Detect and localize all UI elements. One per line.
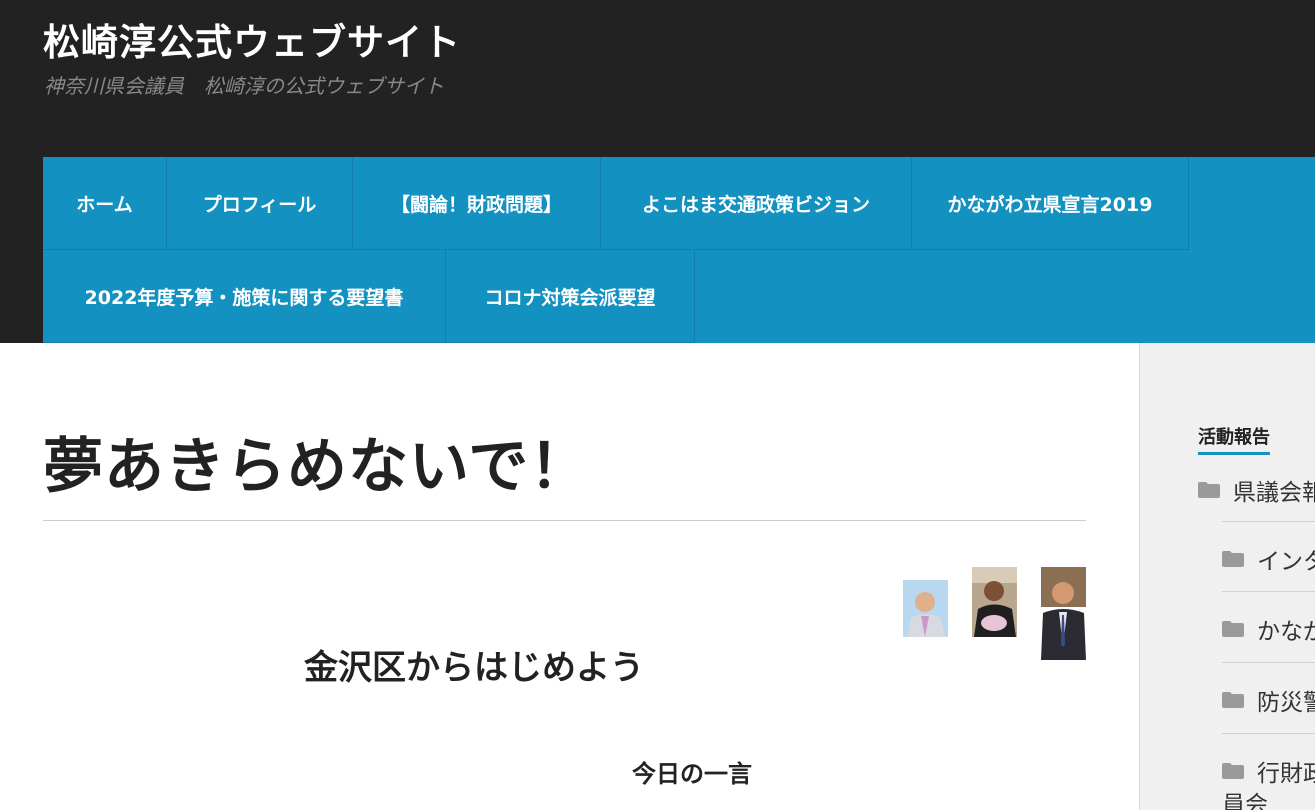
category-item[interactable]: インタ: [1222, 542, 1315, 576]
nav-item-covid-request[interactable]: コロナ対策会派要望: [446, 250, 695, 343]
nav-item-kanagawa-declaration[interactable]: かながわ立県宣言2019: [912, 157, 1189, 250]
main-content: [0, 343, 1140, 810]
category-divider: [1222, 662, 1315, 663]
folder-icon: [1222, 763, 1244, 779]
category-divider: [1222, 591, 1315, 592]
category-item[interactable]: かなが: [1222, 612, 1315, 646]
nav-item-profile[interactable]: プロフィール: [167, 157, 353, 250]
main-navigation: ホーム プロフィール 【闘論！財政問題】 よこはま交通政策ビジョン かながわ立県…: [43, 157, 1315, 343]
category-divider: [1222, 733, 1315, 734]
category-label: かなが: [1257, 619, 1315, 645]
sidebar: 活動報告 県議会報 インタ かなが 防災警 行財政 員会: [1139, 343, 1315, 810]
category-divider: [1222, 521, 1315, 522]
nav-item-budget-request[interactable]: 2022年度予算・施策に関する要望書: [43, 250, 446, 343]
category-item[interactable]: 県議会報: [1198, 473, 1315, 507]
category-label: 員会: [1222, 792, 1268, 810]
widget-title: 活動報告: [1198, 423, 1270, 455]
category-label: 県議会報: [1233, 480, 1315, 506]
category-label: インタ: [1257, 549, 1315, 575]
category-item-continued[interactable]: 員会: [1222, 785, 1268, 810]
section-heading: 金沢区からはじめよう: [304, 648, 644, 688]
folder-icon: [1222, 692, 1244, 708]
portrait-photo-2[interactable]: [972, 567, 1017, 637]
folder-icon: [1222, 551, 1244, 567]
category-item[interactable]: 防災警: [1222, 683, 1315, 717]
site-title[interactable]: 松崎淳公式ウェブサイト: [43, 12, 461, 66]
nav-item-transport-vision[interactable]: よこはま交通政策ビジョン: [601, 157, 912, 250]
section-subheading: 今日の一言: [632, 760, 752, 788]
category-label: 行財政: [1257, 761, 1315, 787]
folder-icon: [1222, 621, 1244, 637]
title-divider: [43, 520, 1086, 521]
folder-icon: [1198, 482, 1220, 498]
category-label: 防災警: [1257, 690, 1315, 716]
portrait-photo-1[interactable]: [903, 580, 948, 637]
nav-item-finance-debate[interactable]: 【闘論！財政問題】: [353, 157, 601, 250]
nav-item-home[interactable]: ホーム: [43, 157, 167, 250]
category-item[interactable]: 行財政: [1222, 754, 1315, 788]
post-title: 夢あきらめないで！: [43, 432, 591, 502]
site-description: 神奈川県会議員 松崎淳の公式ウェブサイト: [44, 74, 444, 98]
portrait-photo-3[interactable]: [1041, 567, 1086, 660]
